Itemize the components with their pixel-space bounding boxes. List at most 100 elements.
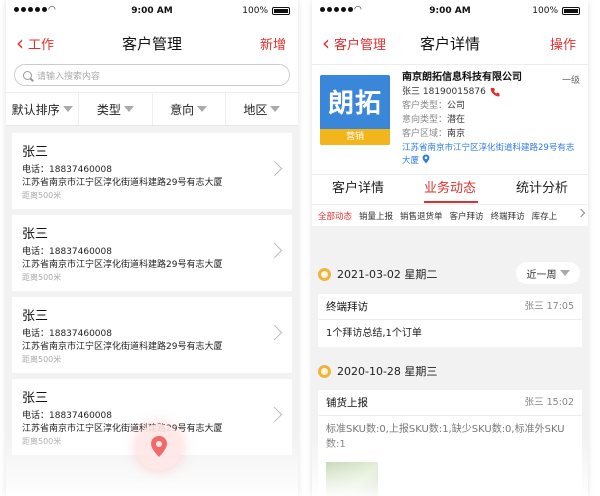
subtab-all[interactable]: 全部动态	[318, 210, 352, 222]
back-button[interactable]: ‹ 客户管理	[322, 22, 386, 64]
period-label: 近一周	[526, 269, 557, 281]
customer-detail-screen: ◠ 9:00 AM 100% ‹ 客户管理 客户详情 操作 朗拓 营销 南京朗拓…	[312, 0, 588, 496]
customer-card[interactable]: 张三 电话：18837460008 江苏省南京市江宁区淳化街道科建路29号有志大…	[12, 133, 292, 209]
record-content: 标准SKU数:0,上报SKU数:1,缺少SKU数:0,标准外SKU数:1	[326, 424, 565, 450]
search-icon	[23, 70, 32, 80]
date-text: 2021-03-02 星期二	[337, 268, 438, 281]
phone-icon[interactable]	[490, 87, 500, 97]
filter-label: 地区	[243, 102, 268, 117]
location-icon	[422, 154, 430, 164]
triangle-down-icon	[62, 106, 73, 112]
triangle-down-icon	[559, 270, 570, 276]
operate-button[interactable]: 操作	[550, 22, 576, 64]
detail-tabs: 客户详情 业务动态 统计分析	[312, 174, 588, 204]
customer-card[interactable]: 张三 电话：18837460008 江苏省南京市江宁区淳化街道科建路29号有志大…	[12, 297, 292, 373]
record-header: 终端拜访 张三 17:05	[318, 294, 582, 320]
subtab-return-order[interactable]: 销售退货单	[400, 210, 443, 222]
search-placeholder: 请输入搜索内容	[37, 71, 101, 82]
map-button[interactable]	[136, 424, 182, 470]
profile-info: 南京朗拓信息科技有限公司 一级 张三 18190015876 客户类型：公司 意…	[402, 71, 580, 167]
subtab-sales-report[interactable]: 销量上报	[359, 210, 393, 222]
filter-label: 类型	[96, 102, 121, 117]
date-text: 2020-10-28 星期三	[337, 365, 438, 378]
field-key: 意向类型：	[402, 115, 448, 125]
chevron-right-icon[interactable]	[576, 208, 586, 218]
activity-record[interactable]: 铺货上报 张三 15:02 标准SKU数:0,上报SKU数:1,缺少SKU数:0…	[318, 390, 582, 496]
sun-icon	[318, 364, 331, 378]
record-type: 终端拜访	[326, 301, 368, 313]
filter-label: 默认排序	[11, 102, 60, 117]
field-value: 南京	[447, 129, 466, 139]
subtab-terminal-visit[interactable]: 终端拜访	[491, 210, 525, 222]
date-header: 2020-10-28 星期三	[318, 363, 437, 379]
activity-filter-tabs: 全部动态 销量上报 销售退货单 客户拜访 终端拜访 库存上	[312, 204, 588, 226]
company-logo: 朗拓 营销	[320, 75, 390, 145]
subtab-customer-visit[interactable]: 客户拜访	[450, 210, 484, 222]
customer-name: 张三	[22, 391, 49, 406]
customer-address: 江苏省南京市江宁区淳化街道科建路29号有志大厦	[22, 260, 223, 270]
date-header: 2021-03-02 星期二	[318, 266, 437, 282]
customer-address: 江苏省南京市江宁区淳化街道科建路29号有志大厦	[22, 178, 223, 188]
filter-label: 意向	[170, 102, 195, 117]
triangle-down-icon	[270, 106, 281, 112]
customer-phone: 电话：18837460008	[22, 165, 112, 175]
sun-icon	[318, 267, 331, 281]
customer-profile: 朗拓 营销 南京朗拓信息科技有限公司 一级 张三 18190015876 客户类…	[312, 64, 588, 174]
customer-type-row: 客户类型：公司	[402, 99, 580, 113]
battery-icon	[272, 7, 290, 15]
logo-text: 朗拓	[327, 89, 382, 119]
customer-phone: 电话：18837460008	[22, 329, 112, 339]
filter-sort[interactable]: 默认排序	[6, 93, 80, 125]
customer-distance: 距离500米	[22, 191, 62, 200]
battery-percent: 100%	[532, 6, 558, 16]
status-bar: ◠ 9:00 AM 100%	[312, 0, 588, 22]
field-value: 潜在	[447, 115, 466, 125]
record-content: 1个拜访总结,1个订单	[326, 328, 422, 339]
back-label: 客户管理	[334, 37, 387, 53]
logo-subtext: 营销	[320, 129, 390, 145]
status-bar: ◠ 9:00 AM 100%	[6, 0, 298, 22]
tab-business-activity[interactable]: 业务动态	[404, 175, 496, 204]
customer-list-screen: ◠ 9:00 AM 100% ‹ 工作 客户管理 新增 请输入搜索内容 默认排序…	[6, 0, 298, 496]
customer-distance: 距离500米	[22, 273, 62, 282]
period-dropdown[interactable]: 近一周	[516, 262, 580, 284]
tab-statistics[interactable]: 统计分析	[496, 175, 588, 204]
field-key: 客户区域：	[402, 129, 448, 139]
filter-region[interactable]: 地区	[226, 93, 298, 125]
triangle-down-icon	[123, 106, 134, 112]
record-who-time: 张三 15:02	[524, 397, 574, 408]
contact-text: 张三 18190015876	[402, 87, 486, 97]
search-input[interactable]: 请输入搜索内容	[14, 64, 290, 86]
chevron-left-icon: ‹	[16, 31, 24, 55]
company-name: 南京朗拓信息科技有限公司	[402, 72, 522, 83]
add-customer-button[interactable]: 新增	[260, 22, 286, 64]
customer-phone: 电话：18837460008	[22, 247, 112, 257]
customer-name: 张三	[22, 227, 49, 242]
field-key: 客户类型：	[402, 101, 448, 111]
intent-type-row: 意向类型：潜在	[402, 113, 580, 127]
activity-record[interactable]: 终端拜访 张三 17:05 1个拜访总结,1个订单	[318, 294, 582, 347]
record-type: 铺货上报	[326, 397, 368, 409]
customer-level: 一级	[561, 76, 580, 86]
customer-name: 张三	[22, 309, 49, 324]
filter-intent[interactable]: 意向	[153, 93, 226, 125]
customer-address: 江苏省南京市江宁区淳化街道科建路29号有志大厦	[22, 342, 223, 352]
back-label: 工作	[28, 37, 55, 53]
page-title: 客户管理	[121, 34, 182, 53]
subtab-inventory[interactable]: 库存上	[532, 210, 558, 222]
nav-bar: ‹ 工作 客户管理 新增	[6, 22, 298, 64]
customer-card[interactable]: 张三 电话：18837460008 江苏省南京市江宁区淳化街道科建路29号有志大…	[12, 215, 292, 291]
company-address[interactable]: 江苏省南京市江宁区淳化街道科建路29号有志大厦	[402, 142, 580, 167]
customer-phone: 电话：18837460008	[22, 411, 112, 421]
record-header: 铺货上报 张三 15:02	[318, 390, 582, 416]
triangle-down-icon	[197, 106, 208, 112]
active-tab-indicator	[424, 201, 478, 203]
tab-customer-detail[interactable]: 客户详情	[312, 175, 404, 204]
filter-type[interactable]: 类型	[79, 93, 153, 125]
back-button[interactable]: ‹ 工作	[16, 22, 54, 64]
battery-percent: 100%	[242, 6, 268, 16]
filter-bar: 默认排序 类型 意向 地区	[6, 92, 298, 126]
customer-distance: 距离500米	[22, 355, 62, 364]
record-photo-thumbnail[interactable]	[326, 462, 378, 496]
battery-icon	[562, 7, 580, 15]
